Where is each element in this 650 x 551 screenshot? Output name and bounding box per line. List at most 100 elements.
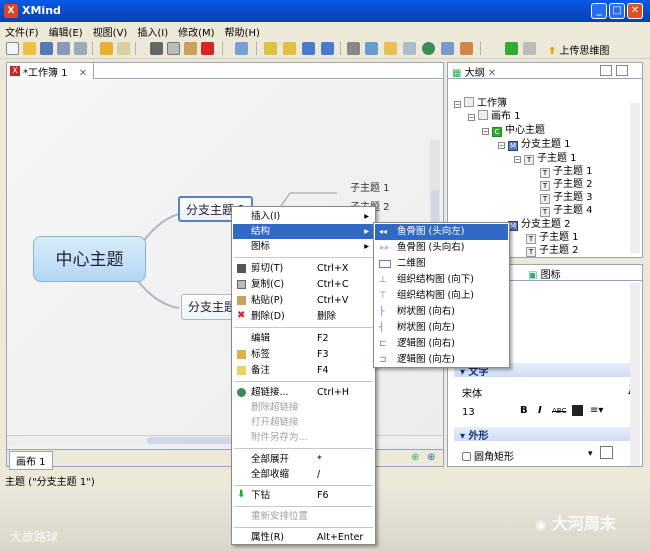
menu-item-edit[interactable]: 编辑 F2 (233, 331, 374, 346)
save-icon[interactable] (40, 42, 53, 55)
structure-tree-right[interactable]: ├ 树状图 (向右) (375, 304, 508, 320)
undo-icon[interactable] (100, 42, 113, 55)
close-outline-icon[interactable]: ✕ (488, 68, 496, 79)
label-icon[interactable] (403, 42, 416, 55)
menu-item-cut[interactable]: 剪切(T) Ctrl+X (233, 261, 374, 276)
structure-logic-right[interactable]: ⊏ 逻辑图 (向右) (375, 336, 508, 352)
menu-item-note[interactable]: 备注 F4 (233, 363, 374, 378)
outline-row[interactable]: − T 子主题 1 (514, 152, 577, 165)
menu-view[interactable]: 视图(V) (88, 22, 133, 39)
align-icon[interactable]: ≡▾ (590, 405, 603, 416)
paste-icon[interactable] (184, 42, 197, 55)
image-icon[interactable] (365, 42, 378, 55)
font-name[interactable]: 宋体 (462, 385, 482, 400)
menu-item-properties[interactable]: 属性(R) Alt+Enter (233, 530, 374, 545)
save-all-icon[interactable] (57, 42, 70, 55)
strikethrough-icon[interactable]: ABC (552, 407, 566, 415)
outline-collapse-icon[interactable] (600, 65, 612, 76)
menu-item-expand-all[interactable]: 全部展开 * (233, 452, 374, 467)
shape-select[interactable]: 圆角矩形 (462, 448, 514, 463)
properties-scrollbar[interactable] (630, 283, 640, 466)
structure-org-down[interactable]: ⊥ 组织结构图 (向下) (375, 272, 508, 288)
close-tab-icon[interactable]: ✕ (79, 68, 87, 79)
sheet-tab-1[interactable]: 画布 1 (9, 451, 53, 470)
outline-row[interactable]: T 子主题 3 (540, 191, 593, 204)
maximize-button[interactable]: □ (609, 3, 625, 19)
menu-modify[interactable]: 修改(M) (173, 22, 219, 39)
insert-topic-icon[interactable] (235, 42, 248, 55)
new-icon[interactable] (6, 42, 19, 55)
shape-dropdown-icon[interactable]: ▾ (588, 449, 593, 459)
outline-row[interactable]: T 子主题 4 (540, 204, 593, 217)
drill-down-icon[interactable] (505, 42, 518, 55)
italic-icon[interactable]: I (538, 405, 542, 416)
zoom-icon[interactable]: ⊕ (427, 452, 435, 463)
outline-row[interactable]: − 工作簿 (454, 97, 507, 110)
add-sheet-icon[interactable]: ⊕ (411, 452, 419, 463)
structure-fishbone-right[interactable]: »» 鱼骨图 (头向右) (375, 240, 508, 256)
boundary-icon[interactable] (321, 42, 334, 55)
tab-workbook[interactable]: X *工作簿 1 ✕ (7, 63, 95, 79)
minimize-button[interactable]: _ (591, 3, 607, 19)
structure-matrix[interactable]: 二维图 (375, 256, 508, 272)
menu-item-reset-position: 重新安排位置 (251, 511, 309, 522)
open-icon[interactable] (23, 42, 36, 55)
delete-icon[interactable] (201, 42, 214, 55)
hyperlink-icon[interactable] (422, 42, 435, 55)
menu-item-copy[interactable]: 复制(C) Ctrl+C (233, 277, 374, 292)
menu-file[interactable]: 文件(F) (0, 22, 44, 39)
structure-icon[interactable] (441, 42, 454, 55)
text-color-icon[interactable] (572, 405, 583, 416)
shape-section-header[interactable]: ▾ 外形 (454, 427, 634, 442)
fishbone-left-icon: ◂◂ (379, 227, 388, 236)
cut-icon[interactable] (150, 42, 163, 55)
subtopic-1[interactable]: 子主题 1 (350, 179, 390, 194)
menu-item-collapse-all[interactable]: 全部收缩 / (233, 467, 374, 482)
note-icon[interactable] (384, 42, 397, 55)
horizontal-scrollbar[interactable] (7, 435, 443, 445)
toolbar: ⬆ 上传思维图 (0, 39, 650, 59)
drill-up-icon[interactable] (523, 42, 536, 55)
upload-button[interactable]: ⬆ 上传思维图 (548, 42, 609, 57)
rounded-rect-icon (462, 452, 471, 461)
structure-logic-left[interactable]: ⊐ 逻辑图 (向左) (375, 352, 508, 368)
menu-insert[interactable]: 插入(I) (132, 22, 173, 39)
outline-scrollbar[interactable] (630, 103, 640, 253)
fill-color-swatch[interactable] (600, 446, 613, 459)
subtopic-icon[interactable] (283, 42, 296, 55)
print-icon[interactable] (74, 42, 87, 55)
central-topic[interactable]: 中心主题 (33, 236, 146, 282)
redo-icon[interactable] (117, 42, 130, 55)
tab-icons[interactable]: 图标 (541, 270, 561, 281)
menu-item-insert[interactable]: 插入(I) ▸ (233, 209, 374, 224)
menu-item-structure[interactable]: 结构 ▸ (233, 224, 374, 239)
menu-item-paste[interactable]: 粘贴(P) Ctrl+V (233, 293, 374, 308)
copy-icon[interactable] (167, 42, 180, 55)
outline-row[interactable]: T 子主题 2 (540, 178, 593, 191)
outline-row[interactable]: T 子主题 2 (526, 244, 579, 257)
close-button[interactable]: ✕ (627, 3, 643, 19)
outline-row[interactable]: − M 分支主题 1 (498, 138, 571, 151)
attachment-icon[interactable] (347, 42, 360, 55)
watermark-right: ◉ 大河周末 (535, 514, 616, 533)
structure-org-up[interactable]: ⊤ 组织结构图 (向上) (375, 288, 508, 304)
outline-row[interactable]: T 子主题 1 (526, 231, 579, 244)
outline-row[interactable]: − 画布 1 (468, 110, 521, 123)
menu-item-hyperlink[interactable]: 超链接... Ctrl+H (233, 385, 374, 400)
structure-fishbone-left[interactable]: ◂◂ 鱼骨图 (头向左) (375, 224, 508, 240)
topic-icon[interactable] (264, 42, 277, 55)
relationship-icon[interactable] (302, 42, 315, 55)
font-size[interactable]: 13 (462, 407, 475, 418)
menu-edit[interactable]: 编辑(E) (44, 22, 88, 39)
menu-item-drill-down[interactable]: ⬇ 下钻 F6 (233, 488, 374, 503)
bold-icon[interactable]: B (520, 405, 528, 416)
menu-item-label[interactable]: 标签 F3 (233, 347, 374, 362)
outline-row[interactable]: T 子主题 1 (540, 165, 593, 178)
outline-row[interactable]: − C 中心主题 (482, 124, 545, 137)
menu-help[interactable]: 帮助(H) (220, 22, 265, 39)
menu-item-delete[interactable]: ✖ 删除(D) 删除 (233, 309, 374, 324)
structure-tree-left[interactable]: ┤ 树状图 (向左) (375, 320, 508, 336)
sort-icon[interactable] (460, 42, 473, 55)
menu-item-icon[interactable]: 图标 ▸ (233, 239, 374, 254)
outline-expand-icon[interactable] (616, 65, 628, 76)
